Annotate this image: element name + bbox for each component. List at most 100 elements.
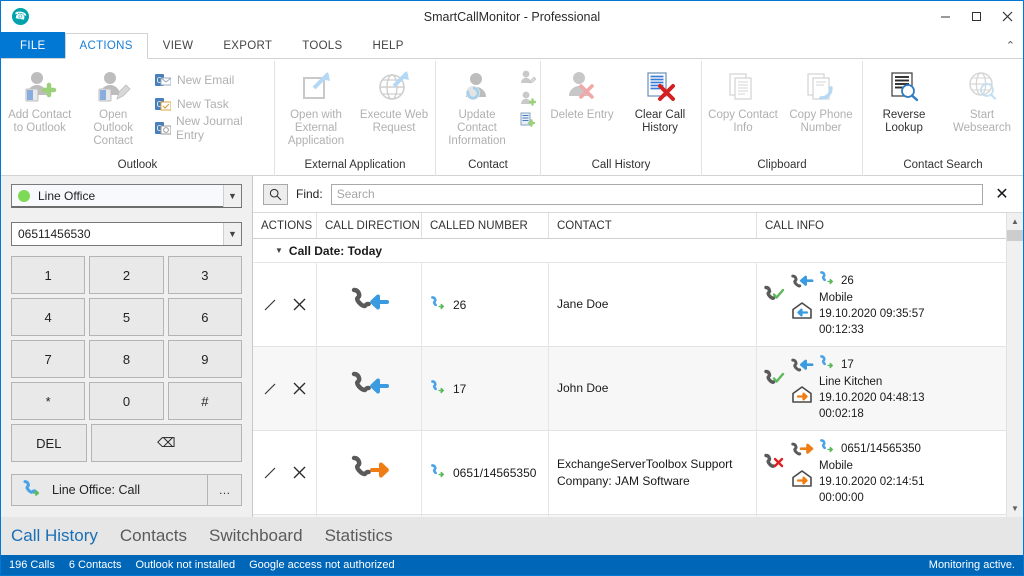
- update-contact-information-button[interactable]: Update Contact Information: [438, 64, 516, 148]
- contact-company: Company: JAM Software: [557, 473, 690, 488]
- table-row[interactable]: 26 Jane Doe 26 Mobile 19.10.2020 09:35:5…: [253, 263, 1006, 347]
- new-task-button[interactable]: O New Task: [150, 92, 272, 116]
- key-4[interactable]: 4: [11, 298, 86, 336]
- phone-number-combo[interactable]: 06511456530 ▼: [11, 222, 242, 246]
- outgoing-call-icon: [349, 454, 389, 491]
- minimize-button[interactable]: [930, 1, 961, 32]
- delete-icon[interactable]: [292, 381, 308, 397]
- ribbon-group-label-clipboard: Clipboard: [757, 159, 807, 171]
- key-7[interactable]: 7: [11, 340, 86, 378]
- group-header-call-date[interactable]: ▼ Call Date: Today: [253, 239, 1006, 263]
- delete-icon[interactable]: [292, 465, 308, 481]
- column-header-actions[interactable]: ACTIONS: [253, 213, 317, 238]
- call-info-number-row: 17: [819, 355, 1000, 374]
- call-info-icon-column: [789, 439, 815, 488]
- copy-phone-number-button[interactable]: Copy Phone Number: [782, 64, 860, 135]
- new-journal-entry-label: New Journal Entry: [175, 114, 243, 142]
- key-6[interactable]: 6: [167, 298, 242, 336]
- open-outlook-contact-button[interactable]: Open Outlook Contact: [76, 64, 149, 148]
- nav-switchboard[interactable]: Switchboard: [209, 526, 303, 546]
- find-bar: Find: ✕: [253, 176, 1023, 212]
- close-button[interactable]: [992, 1, 1023, 32]
- tab-help[interactable]: HELP: [357, 32, 418, 58]
- table-vertical-scrollbar[interactable]: ▲ ▼: [1006, 213, 1023, 517]
- tab-tools[interactable]: TOOLS: [287, 32, 357, 58]
- key-5[interactable]: 5: [89, 298, 164, 336]
- edit-icon[interactable]: [262, 465, 278, 481]
- key-0[interactable]: 0: [89, 382, 164, 420]
- call-button[interactable]: Line Office: Call: [11, 474, 208, 506]
- row-actions-cell: [253, 347, 317, 430]
- nav-call-history[interactable]: Call History: [11, 526, 98, 546]
- chevron-down-icon-number[interactable]: ▼: [223, 223, 241, 245]
- status-calls-count: 196 Calls: [9, 559, 55, 571]
- clear-search-icon[interactable]: ✕: [991, 183, 1013, 205]
- table-row[interactable]: 17 John Doe 17 Line Kitchen 19.10.2020 0…: [253, 347, 1006, 431]
- clear-call-history-button[interactable]: Clear Call History: [621, 64, 699, 135]
- key-3[interactable]: 3: [167, 256, 242, 294]
- contact-add-mini-icon[interactable]: [516, 89, 538, 107]
- call-direction-cell: [317, 347, 422, 430]
- key-delete[interactable]: DEL: [11, 424, 87, 462]
- contact-name: ExchangeServerToolbox Support: [557, 456, 733, 471]
- copy-contact-info-button[interactable]: Copy Contact Info: [704, 64, 782, 135]
- open-with-external-application-label: Open with External Application: [287, 109, 345, 147]
- location-outgoing-icon: [792, 470, 812, 487]
- search-button[interactable]: [263, 183, 288, 205]
- nav-statistics[interactable]: Statistics: [325, 526, 393, 546]
- key-8[interactable]: 8: [89, 340, 164, 378]
- delete-entry-button[interactable]: Delete Entry: [543, 64, 621, 122]
- key-9[interactable]: 9: [167, 340, 242, 378]
- open-with-external-application-button[interactable]: Open with External Application: [277, 64, 355, 148]
- reverse-lookup-button[interactable]: Reverse Lookup: [865, 64, 943, 135]
- column-header-called-number[interactable]: CALLED NUMBER: [422, 213, 549, 238]
- call-info-icon-column: [789, 355, 815, 404]
- edit-icon[interactable]: [262, 297, 278, 313]
- key-1[interactable]: 1: [11, 256, 86, 294]
- key-backspace[interactable]: ⌫: [90, 424, 242, 462]
- scrollbar-thumb[interactable]: [1006, 230, 1023, 241]
- key-star[interactable]: *: [11, 382, 86, 420]
- key-2[interactable]: 2: [89, 256, 164, 294]
- contact-list-add-mini-icon[interactable]: [516, 110, 538, 128]
- maximize-button[interactable]: [961, 1, 992, 32]
- column-header-contact[interactable]: CONTACT: [549, 213, 757, 238]
- column-header-call-direction[interactable]: CALL DIRECTION: [317, 213, 422, 238]
- tab-export[interactable]: EXPORT: [208, 32, 287, 58]
- scroll-up-icon[interactable]: ▲: [1007, 213, 1024, 230]
- application-window: ☎ SmartCallMonitor - Professional FILE A…: [0, 0, 1024, 576]
- ribbon-group-clipboard: Copy Contact Info Copy Phone Number Clip…: [701, 61, 862, 176]
- tab-file[interactable]: FILE: [1, 32, 65, 58]
- call-options-button[interactable]: …: [208, 474, 242, 506]
- column-header-call-info[interactable]: CALL INFO: [757, 213, 1006, 238]
- add-contact-to-outlook-button[interactable]: Add Contact to Outlook: [3, 64, 76, 135]
- scroll-down-icon[interactable]: ▼: [1007, 500, 1024, 517]
- collapse-triangle-icon[interactable]: ▼: [275, 246, 283, 255]
- delete-icon[interactable]: [292, 297, 308, 313]
- call-status-icon-wrap: [763, 271, 785, 308]
- contact-edit-mini-icon[interactable]: [516, 68, 538, 86]
- contact-cell: Jane Doe: [549, 263, 757, 346]
- execute-web-request-button[interactable]: Execute Web Request: [355, 64, 433, 135]
- dialer-panel: Line Office ▼ 06511456530 ▼ 1 2 3 4 5 6 …: [1, 176, 253, 517]
- start-websearch-button[interactable]: Start Websearch: [943, 64, 1021, 135]
- table-row[interactable]: 0651/14565350 ExchangeServerToolbox Supp…: [253, 431, 1006, 515]
- tab-view[interactable]: VIEW: [148, 32, 209, 58]
- call-info-text: 0651/14565350 Mobile 19.10.2020 02:14:51…: [819, 439, 1000, 506]
- new-email-button[interactable]: O New Email: [150, 68, 272, 92]
- key-hash[interactable]: #: [167, 382, 242, 420]
- window-title: SmartCallMonitor - Professional: [423, 9, 601, 24]
- clear-call-history-label: Clear Call History: [634, 109, 686, 134]
- chevron-down-icon[interactable]: ▼: [223, 184, 241, 207]
- ribbon-group-label-external-application: External Application: [304, 159, 406, 171]
- line-selector[interactable]: Line Office ▼: [11, 184, 242, 208]
- nav-contacts[interactable]: Contacts: [120, 526, 187, 546]
- search-input[interactable]: [330, 183, 983, 205]
- status-outlook: Outlook not installed: [135, 559, 236, 571]
- tab-actions[interactable]: ACTIONS: [64, 33, 148, 59]
- new-journal-entry-button[interactable]: O New Journal Entry: [150, 114, 272, 142]
- edit-icon[interactable]: [262, 381, 278, 397]
- call-info-duration: 00:12:33: [819, 324, 864, 336]
- collapse-ribbon-icon[interactable]: ⌃: [1006, 39, 1015, 52]
- scrollbar-track[interactable]: [1006, 230, 1023, 500]
